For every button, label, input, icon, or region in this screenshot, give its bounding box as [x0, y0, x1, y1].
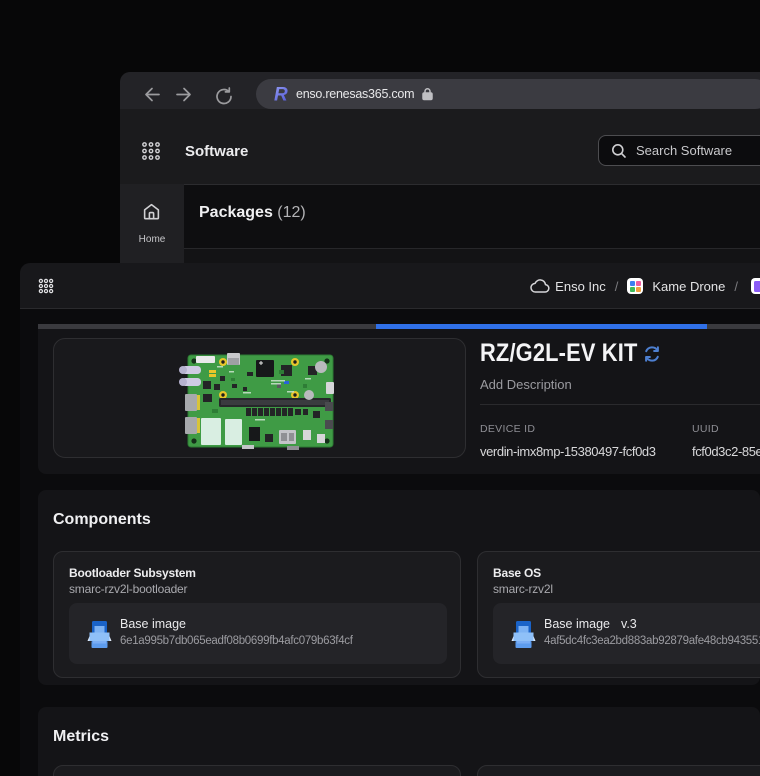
svg-text:R: R	[274, 85, 288, 106]
